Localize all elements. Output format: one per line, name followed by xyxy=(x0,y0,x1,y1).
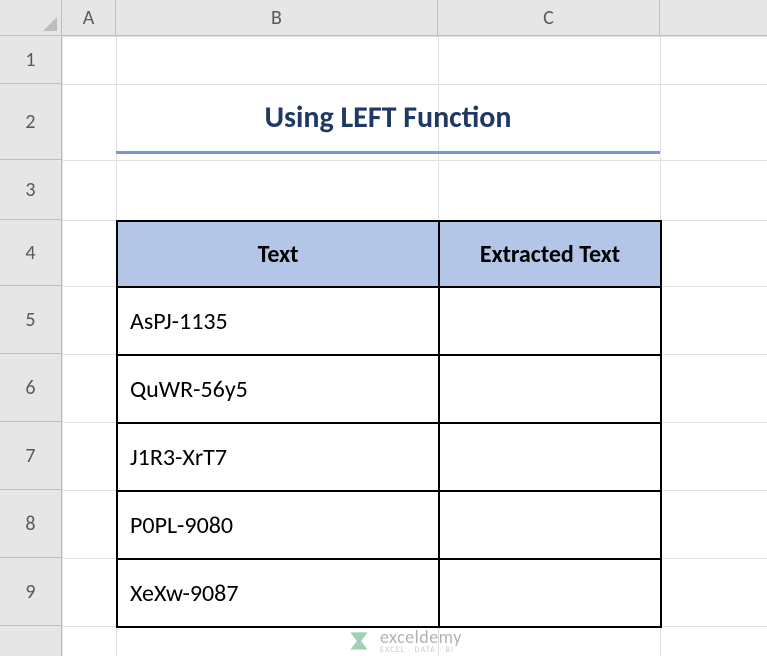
cell-text[interactable]: AsPJ-1135 xyxy=(117,287,439,355)
cell-extracted[interactable] xyxy=(439,287,661,355)
logo-icon xyxy=(346,628,372,654)
column-headers: ABC xyxy=(62,0,767,36)
column-header-A[interactable]: A xyxy=(62,0,116,36)
table-row: J1R3-XrT7 xyxy=(117,423,661,491)
cell-extracted[interactable] xyxy=(439,355,661,423)
row-header-3[interactable]: 3 xyxy=(0,160,62,220)
table-row: AsPJ-1135 xyxy=(117,287,661,355)
watermark-brand: exceldemy xyxy=(380,628,462,646)
column-header-C[interactable]: C xyxy=(438,0,660,36)
cell-text[interactable]: XeXw-9087 xyxy=(117,559,439,627)
watermark-tagline: EXCEL · DATA · BI xyxy=(380,646,462,654)
table-row: XeXw-9087 xyxy=(117,559,661,627)
row-headers: 123456789 xyxy=(0,36,62,656)
row-header-blank xyxy=(0,626,62,656)
column-header-blank xyxy=(660,0,767,36)
cell-extracted[interactable] xyxy=(439,491,661,559)
row-header-4[interactable]: 4 xyxy=(0,220,62,286)
table-row: QuWR-56y5 xyxy=(117,355,661,423)
table-header-row: Text Extracted Text xyxy=(117,221,661,287)
cell-text[interactable]: J1R3-XrT7 xyxy=(117,423,439,491)
page-title: Using LEFT Function xyxy=(116,84,660,154)
row-header-6[interactable]: 6 xyxy=(0,354,62,422)
select-all-icon xyxy=(43,17,57,31)
cell-extracted[interactable] xyxy=(439,559,661,627)
data-table: Text Extracted Text AsPJ-1135QuWR-56y5J1… xyxy=(116,220,662,628)
row-header-8[interactable]: 8 xyxy=(0,490,62,558)
cell-text[interactable]: QuWR-56y5 xyxy=(117,355,439,423)
row-header-2[interactable]: 2 xyxy=(0,84,62,160)
row-header-9[interactable]: 9 xyxy=(0,558,62,626)
table-row: P0PL-9080 xyxy=(117,491,661,559)
cell-text[interactable]: P0PL-9080 xyxy=(117,491,439,559)
row-header-1[interactable]: 1 xyxy=(0,36,62,84)
spreadsheet: ABC 123456789 Using LEFT Function Text E… xyxy=(0,0,767,656)
cell-grid[interactable]: Using LEFT Function Text Extracted Text … xyxy=(62,36,767,656)
header-text[interactable]: Text xyxy=(117,221,439,287)
cell-extracted[interactable] xyxy=(439,423,661,491)
watermark: exceldemy EXCEL · DATA · BI xyxy=(346,628,462,654)
header-extracted[interactable]: Extracted Text xyxy=(439,221,661,287)
column-header-B[interactable]: B xyxy=(116,0,438,36)
select-all-corner[interactable] xyxy=(0,0,62,36)
row-header-7[interactable]: 7 xyxy=(0,422,62,490)
row-header-5[interactable]: 5 xyxy=(0,286,62,354)
